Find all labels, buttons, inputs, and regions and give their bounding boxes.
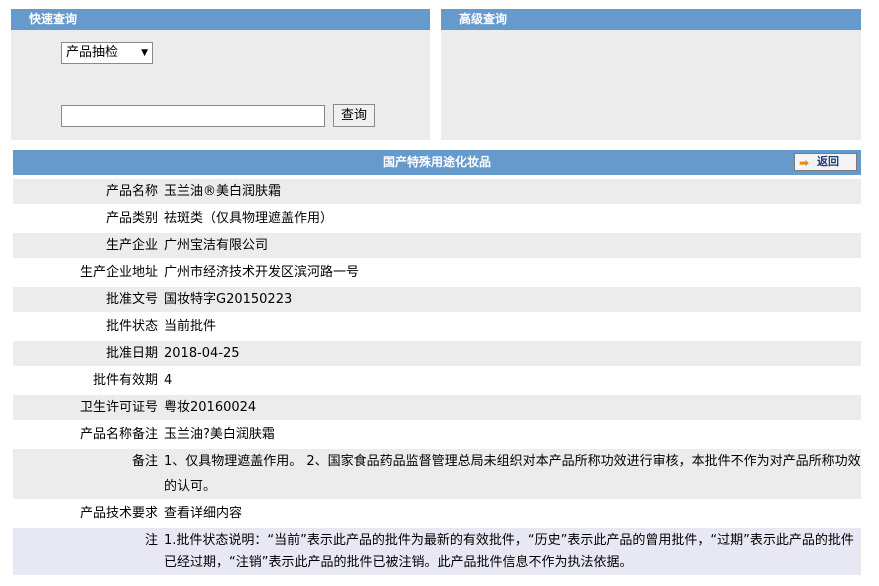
row-value: 1、仅具物理遮盖作用。 2、国家食品药品监督管理总局未组织对本产品所称功效进行审… [162,449,861,499]
row-value: 广州市经济技术开发区滨河路一号 [162,260,861,285]
advanced-search-panel: 高级查询 [441,9,861,140]
table-row: 批准日期 2018-04-25 [13,341,861,366]
view-details-link[interactable]: 查看详细内容 [162,501,861,526]
table-row: 批件状态 当前批件 [13,314,861,339]
row-label: 批件有效期 [13,368,162,393]
table-row: 产品技术要求 查看详细内容 [13,501,861,526]
table-row: 生产企业地址 广州市经济技术开发区滨河路一号 [13,260,861,285]
row-label: 产品类别 [13,206,162,231]
row-value: 玉兰油®美白润肤霜 [162,179,861,204]
row-label: 生产企业 [13,233,162,258]
row-value: 玉兰油?美白润肤霜 [162,422,861,447]
row-value: 1.批件状态说明：“当前”表示此产品的批件为最新的有效批件，“历史”表示此产品的… [162,528,861,575]
arrow-right-icon: ➡ [799,156,810,170]
row-label: 生产企业地址 [13,260,162,285]
row-label: 批准日期 [13,341,162,366]
back-label: 返回 [817,155,839,168]
search-type-select[interactable]: 产品抽检 ▼ [61,42,153,64]
row-label: 产品名称备注 [13,422,162,447]
search-button[interactable]: 查询 [333,104,375,127]
table-row: 卫生许可证号 粤妆20160024 [13,395,861,420]
table-row: 产品类别 祛斑类（仅具物理遮盖作用） [13,206,861,231]
row-value: 广州宝洁有限公司 [162,233,861,258]
row-label: 卫生许可证号 [13,395,162,420]
quick-search-title: 快速查询 [11,9,430,30]
table-row: 产品名称备注 玉兰油?美白润肤霜 [13,422,861,447]
row-value: 2018-04-25 [162,341,861,366]
row-label: 备注 [13,449,162,499]
row-label: 注 [13,528,162,575]
quick-search-panel: 快速查询 产品抽检 ▼ 查询 [11,9,430,140]
search-input[interactable] [61,105,325,127]
row-label: 批件状态 [13,314,162,339]
row-value: 祛斑类（仅具物理遮盖作用） [162,206,861,231]
row-label: 产品名称 [13,179,162,204]
row-label: 批准文号 [13,287,162,312]
table-row: 产品名称 玉兰油®美白润肤霜 [13,179,861,204]
advanced-search-title[interactable]: 高级查询 [441,9,861,30]
back-button[interactable]: ➡ 返回 [794,153,857,171]
row-value: 当前批件 [162,314,861,339]
detail-table: 产品名称 玉兰油®美白润肤霜 产品类别 祛斑类（仅具物理遮盖作用） 生产企业 广州宝洁有限… [13,177,861,577]
table-row: 批准文号 国妆特字G20150223 [13,287,861,312]
table-row: 备注 1、仅具物理遮盖作用。 2、国家食品药品监督管理总局未组织对本产品所称功效进… [13,449,861,499]
table-row: 注 1.批件状态说明：“当前”表示此产品的批件为最新的有效批件，“历史”表示此产品… [13,528,861,575]
chevron-down-icon: ▼ [141,48,148,58]
table-row: 批件有效期 4 [13,368,861,393]
row-value: 国妆特字G20150223 [162,287,861,312]
row-label: 产品技术要求 [13,501,162,526]
search-type-value: 产品抽检 [66,45,119,60]
row-value: 4 [162,368,861,393]
table-row: 生产企业 广州宝洁有限公司 [13,233,861,258]
row-value: 粤妆20160024 [162,395,861,420]
detail-title: 国产特殊用途化妆品 [382,155,491,169]
detail-header: 国产特殊用途化妆品 ➡ 返回 [13,150,861,175]
